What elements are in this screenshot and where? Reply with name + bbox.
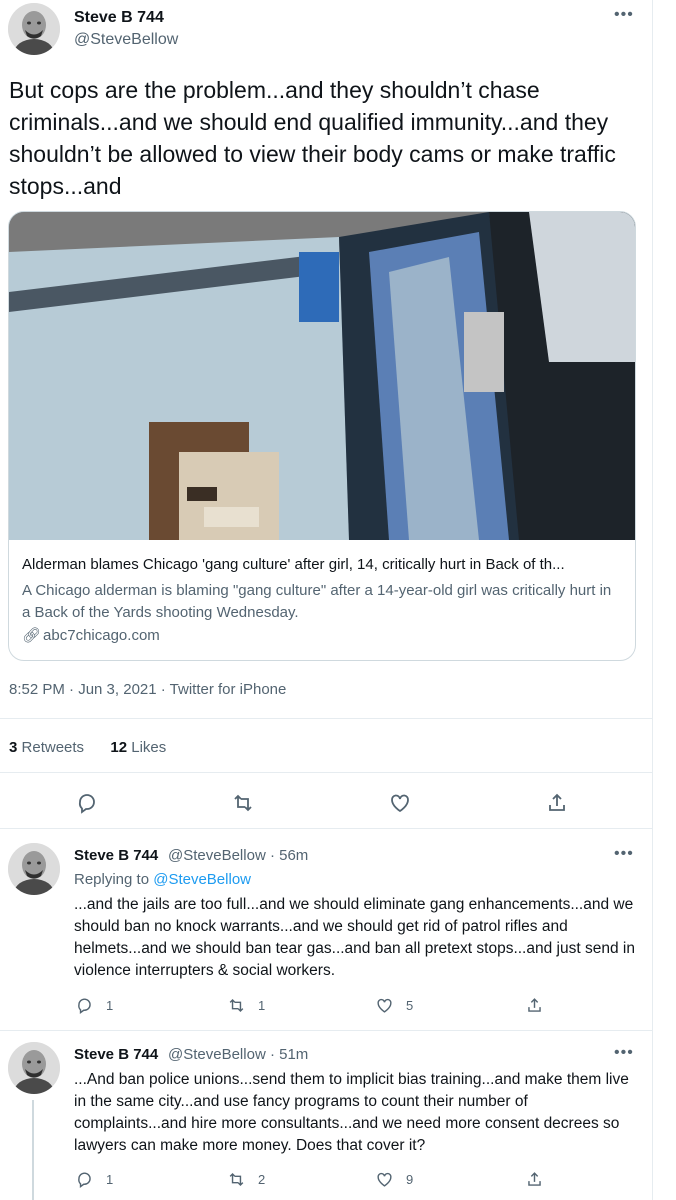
like-count: 5 <box>406 998 414 1013</box>
reply-count: 1 <box>106 998 114 1013</box>
retweet-icon <box>229 998 244 1013</box>
avatar[interactable] <box>8 1042 60 1094</box>
tweet-timestamp[interactable]: 8:52 PM · Jun 3, 2021 · Twitter for iPho… <box>9 681 286 698</box>
user-handle[interactable]: @SteveBellow <box>74 31 178 49</box>
link-icon: 🔗︎ <box>22 627 42 644</box>
card-description: A Chicago alderman is blaming "gang cult… <box>22 582 612 621</box>
divider <box>0 772 652 773</box>
divider <box>0 1030 652 1031</box>
avatar[interactable] <box>8 3 60 55</box>
retweets-label: Retweets <box>21 739 85 756</box>
divider <box>0 718 652 719</box>
card-domain[interactable]: 🔗︎ abc7chicago.com <box>22 626 160 644</box>
retweets-count: 3 <box>9 739 18 756</box>
retweets-stat[interactable]: 3 Retweets <box>9 739 84 756</box>
card-domain-text: abc7chicago.com <box>43 627 160 644</box>
share-icon[interactable] <box>545 791 569 815</box>
retweet-count: 1 <box>258 998 266 1013</box>
share-action[interactable] <box>525 996 556 1015</box>
handle-time[interactable]: @SteveBellow · 56m <box>168 847 308 864</box>
display-name[interactable]: Steve B 744 <box>74 9 164 27</box>
handle-time[interactable]: @SteveBellow · 51m <box>168 1046 308 1063</box>
more-options-icon[interactable]: ••• <box>614 1044 634 1062</box>
link-card[interactable]: Alderman blames Chicago 'gang culture' a… <box>8 211 636 661</box>
reply-icon <box>78 1172 91 1189</box>
replying-prefix: Replying to <box>74 871 150 888</box>
like-action[interactable]: 5 <box>375 996 413 1015</box>
display-name[interactable]: Steve B 744 <box>74 1046 158 1063</box>
replying-to: Replying to @SteveBellow <box>74 871 251 888</box>
card-title[interactable]: Alderman blames Chicago 'gang culture' a… <box>22 556 626 573</box>
reply-count: 1 <box>106 1172 114 1187</box>
reply-icon <box>78 998 91 1015</box>
reply-action[interactable]: 1 <box>75 996 113 1015</box>
reply-icon[interactable] <box>75 791 99 815</box>
share-icon <box>528 1172 541 1186</box>
likes-count: 12 <box>110 739 128 756</box>
tweet-stats: 3 Retweets 12 Likes <box>9 739 166 756</box>
tweet-text: But cops are the problem...and they shou… <box>9 77 616 199</box>
more-options-icon[interactable]: ••• <box>614 845 634 863</box>
reply-text: ...and the jails are too full...and we s… <box>74 896 635 979</box>
like-icon <box>377 1172 392 1187</box>
like-action[interactable]: 9 <box>375 1170 413 1189</box>
share-action[interactable] <box>525 1170 556 1189</box>
like-icon <box>377 998 392 1013</box>
card-image <box>9 212 635 540</box>
retweet-action[interactable]: 2 <box>227 1170 265 1189</box>
retweet-count: 2 <box>258 1172 266 1187</box>
retweet-icon[interactable] <box>231 791 255 815</box>
likes-stat[interactable]: 12 Likes <box>110 739 166 756</box>
avatar[interactable] <box>8 843 60 895</box>
display-name[interactable]: Steve B 744 <box>74 847 158 864</box>
replying-handle-link[interactable]: @SteveBellow <box>153 871 251 888</box>
retweet-icon <box>229 1172 244 1187</box>
like-count: 9 <box>406 1172 414 1187</box>
thread-line <box>32 1100 34 1200</box>
like-icon[interactable] <box>388 791 412 815</box>
likes-label: Likes <box>131 739 167 756</box>
reply-action[interactable]: 1 <box>75 1170 113 1189</box>
divider <box>0 828 652 829</box>
share-icon <box>528 998 541 1012</box>
retweet-action[interactable]: 1 <box>227 996 265 1015</box>
reply-text: ...And ban police unions...send them to … <box>74 1071 629 1154</box>
more-options-icon[interactable]: ••• <box>614 6 634 24</box>
